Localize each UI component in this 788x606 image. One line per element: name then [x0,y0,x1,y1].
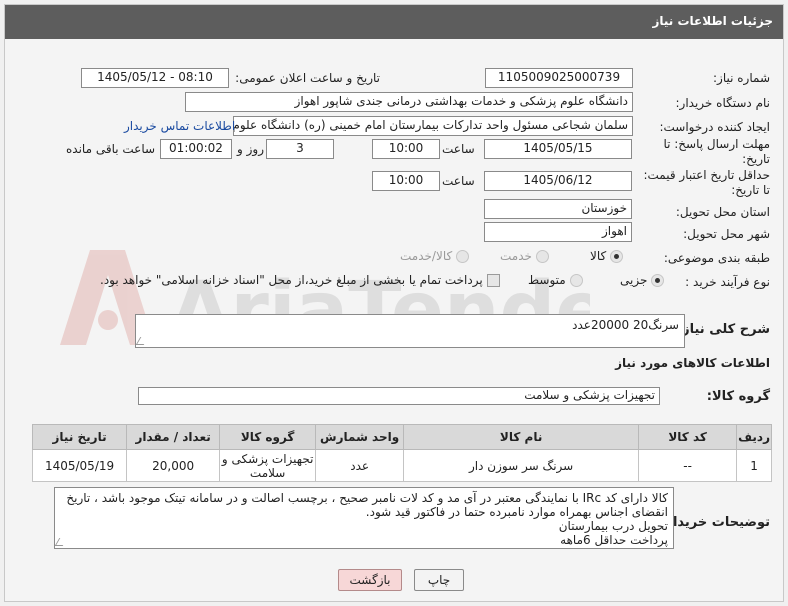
cell-name: سرنگ سر سوزن دار [403,449,640,482]
buyer-notes-label: توضیحات خریدار: [660,515,770,530]
contact-info-link[interactable]: اطلاعات تماس خریدار [124,119,235,133]
radio-goods[interactable] [610,250,624,263]
print-button[interactable]: چاپ [414,569,464,591]
col-quantity: تعداد / مقدار [126,424,221,450]
deadline-time-label: ساعت [442,142,475,156]
announce-label: تاریخ و ساعت اعلان عمومی: [235,71,380,85]
process-label: نوع فرآیند خرید : [685,275,770,289]
announce-date-field: 1405/05/12 - 08:10 [81,68,229,88]
deadline-label-2: تاریخ: [742,152,770,166]
col-row: ردیف [736,424,772,450]
table-row: 1 -- سرنگ سر سوزن دار عدد تجهیزات پزشکی … [31,449,772,482]
buyer-notes-field: کالا دارای کد IRc با نمایندگی معتبر در آ… [54,487,674,549]
cell-unit: عدد [315,449,405,482]
treasury-payment-option[interactable]: پرداخت تمام یا بخشی از مبلغ خرید،از محل … [100,273,500,287]
days-field: 3 [266,139,334,159]
process-option-minor[interactable]: جزیی [620,273,665,287]
deadline-label-1: مهلت ارسال پاسخ: تا [663,137,770,151]
province-label: استان محل تحویل: [675,205,770,219]
radio-goods-service[interactable] [456,250,470,263]
items-table: ردیف کد کالا نام کالا واحد شمارش گروه کا… [31,424,772,482]
deadline-time-field: 10:00 [372,139,440,159]
goods-group-label: گروه کالا: [706,389,770,404]
validity-label-1: حداقل تاریخ اعتبار قیمت: [643,168,770,182]
table-header-row: ردیف کد کالا نام کالا واحد شمارش گروه کا… [31,424,772,450]
radio-service[interactable] [535,250,549,263]
col-group: گروه کالا [219,424,317,450]
col-name: نام کالا [403,424,640,450]
page-title: جزئیات اطلاعات نیاز [5,5,783,39]
remaining-label: ساعت باقی مانده [66,142,156,156]
validity-label-2: تا تاریخ: [731,183,770,197]
back-button[interactable]: بازگشت [338,569,402,591]
cell-code: -- [638,449,738,482]
province-field: خوزستان [484,199,632,219]
cell-quantity: 20,000 [126,449,221,482]
col-date: تاریخ نیاز [31,424,128,450]
validity-time-label: ساعت [442,174,475,188]
process-option-medium[interactable]: متوسط [528,273,583,287]
requester-label: ایجاد کننده درخواست: [659,120,770,134]
days-label: روز و [237,142,264,156]
goods-group-field: تجهیزات پزشکی و سلامت [138,387,660,405]
col-code: کد کالا [638,424,738,450]
radio-medium[interactable] [569,274,583,287]
need-number-field: 1105009025000739 [485,68,633,88]
description-label: شرح کلی نیاز: [676,322,770,337]
radio-minor[interactable] [651,274,665,287]
validity-time-field: 10:00 [372,171,440,191]
deadline-date-field: 1405/05/15 [484,139,632,159]
city-field: اهواز [484,222,632,242]
col-unit: واحد شمارش [315,424,405,450]
resize-grip-icon[interactable] [136,337,149,345]
requester-field: سلمان شجاعی مسئول واحد تدارکات بیمارستان… [233,116,633,136]
buyer-org-field: دانشگاه علوم پزشکی و خدمات بهداشتی درمان… [185,92,633,112]
city-label: شهر محل تحویل: [683,227,770,241]
category-label: طبقه بندی موضوعی: [663,251,770,265]
category-option-goods-service[interactable]: کالا/خدمت [400,249,470,263]
cell-date: 1405/05/19 [31,449,128,482]
remaining-time-field: 01:00:02 [160,139,232,159]
description-field: سرنگ20 20000عدد [135,314,685,348]
goods-section-title: اطلاعات کالاهای مورد نیاز [615,356,770,370]
cell-row: 1 [736,449,772,482]
validity-date-field: 1405/06/12 [484,171,632,191]
category-option-service[interactable]: خدمت [500,249,549,263]
cell-group: تجهیزات پزشکی و سلامت [219,449,317,482]
category-option-goods[interactable]: کالا [590,249,624,263]
treasury-checkbox[interactable] [486,274,500,287]
buyer-org-label: نام دستگاه خریدار: [675,96,771,110]
need-number-label: شماره نیاز: [713,71,770,85]
